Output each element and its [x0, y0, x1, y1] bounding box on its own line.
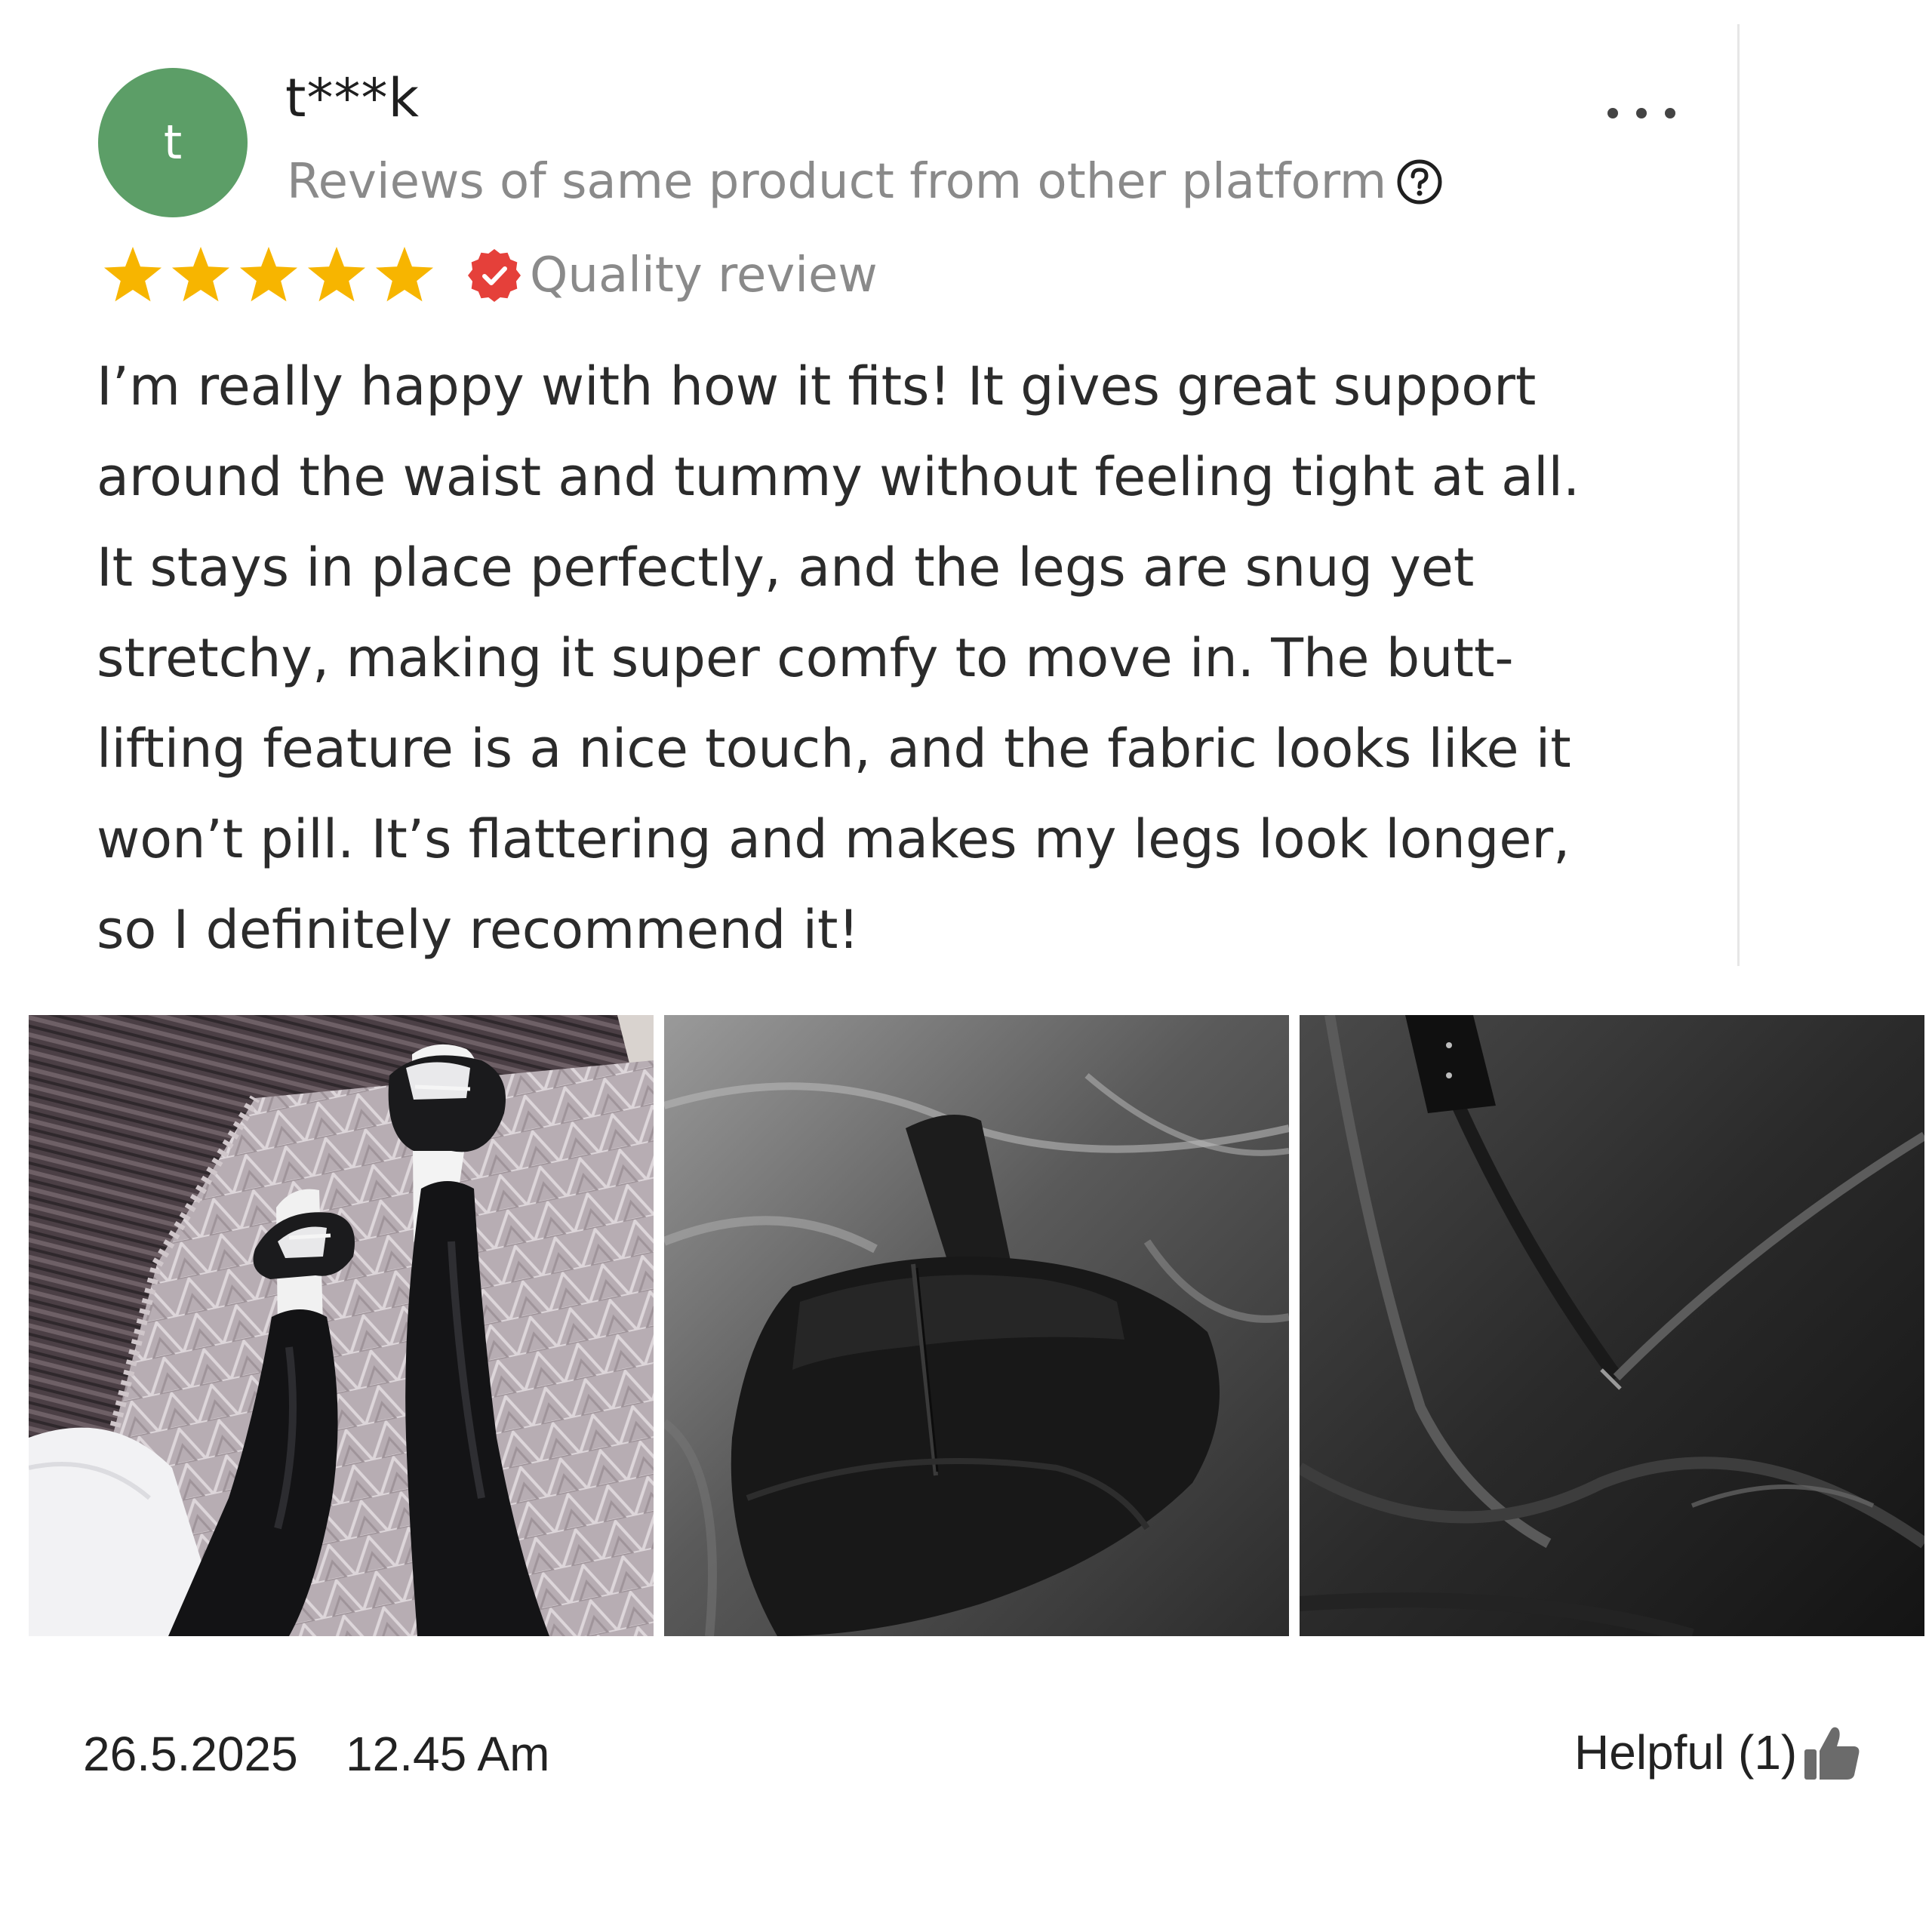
- review-time: 12.45 Am: [346, 1727, 550, 1781]
- star-icon: [307, 247, 366, 302]
- star-icon: [103, 247, 162, 302]
- review-text-line: won’t pill. It’s flattering and makes my…: [97, 808, 1571, 870]
- helpful-button[interactable]: Helpful (1): [1574, 1721, 1862, 1784]
- review-text-line: so I definitely recommend it!: [97, 899, 860, 961]
- helpful-label: Helpful (1): [1574, 1725, 1798, 1780]
- review-text-line: stretchy, making it super comfy to move …: [97, 627, 1514, 689]
- vertical-divider: [1737, 24, 1740, 966]
- verified-badge-icon: [468, 249, 521, 302]
- quality-review-label: Quality review: [530, 248, 878, 303]
- question-circle-icon[interactable]: [1395, 158, 1444, 206]
- review-photos: [29, 1015, 1924, 1636]
- reviewer-name: t***k: [285, 67, 420, 129]
- more-options-button[interactable]: [1607, 91, 1675, 136]
- review-photo-waistband-closeup[interactable]: [1300, 1015, 1924, 1636]
- review-source-note: Reviews of same product from other platf…: [287, 148, 1444, 216]
- review-date: 26.5.2025: [83, 1727, 298, 1781]
- star-icon: [239, 247, 298, 302]
- more-dot: [1636, 108, 1647, 118]
- review-card: t t***k Reviews of same product from oth…: [0, 0, 1932, 1932]
- review-text: I’m really happy with how it fits! It gi…: [97, 341, 1712, 975]
- review-photo-leggings-on-chair[interactable]: [664, 1015, 1289, 1636]
- review-text-line: around the waist and tummy without feeli…: [97, 446, 1580, 508]
- review-photo-leggings-on-rug[interactable]: [29, 1015, 654, 1636]
- review-text-line: lifting feature is a nice touch, and the…: [97, 718, 1571, 780]
- star-icon: [171, 247, 230, 302]
- rating-row: Quality review: [100, 242, 878, 309]
- star-rating: [100, 243, 439, 308]
- avatar-initial: t: [163, 115, 183, 170]
- more-horizontal-icon: [1607, 108, 1618, 118]
- thumbs-up-icon[interactable]: [1801, 1721, 1862, 1784]
- quality-review-badge: Quality review: [466, 242, 878, 309]
- more-dot: [1665, 108, 1675, 118]
- source-note-text: Reviews of same product from other platf…: [287, 154, 1387, 210]
- star-icon: [375, 247, 434, 302]
- review-text-line: I’m really happy with how it fits! It gi…: [97, 355, 1537, 417]
- avatar: t: [98, 68, 248, 217]
- review-text-line: It stays in place perfectly, and the leg…: [97, 537, 1475, 598]
